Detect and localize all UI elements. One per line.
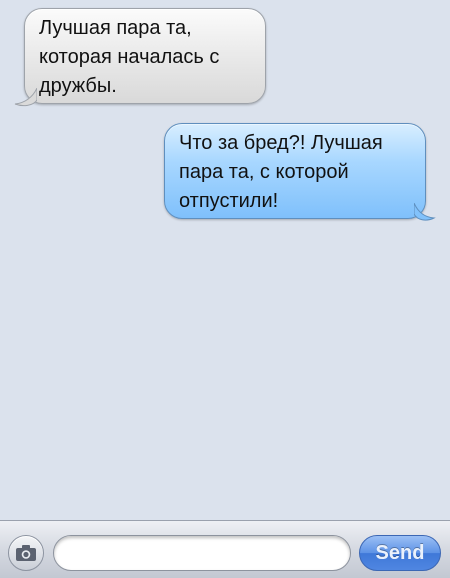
camera-button[interactable] (8, 535, 44, 571)
camera-icon (16, 545, 36, 561)
message-thread: Лучшая пара та, которая началась с дружб… (0, 0, 450, 520)
outgoing-message-bubble: Что за бред?! Лучшая пара та, с которой … (164, 123, 426, 219)
outgoing-bubble-tail (414, 203, 436, 221)
incoming-bubble-tail (14, 88, 37, 107)
message-input-bar: Send (0, 520, 450, 578)
send-button-label: Send (375, 541, 425, 564)
outgoing-message-text: Что за бред?! Лучшая пара та, с которой … (179, 132, 383, 212)
incoming-message-bubble: Лучшая пара та, которая началась с дружб… (24, 8, 266, 104)
message-text-field[interactable] (53, 535, 351, 571)
incoming-message-text: Лучшая пара та, которая началась с дружб… (39, 17, 220, 97)
send-button[interactable]: Send (359, 535, 441, 571)
